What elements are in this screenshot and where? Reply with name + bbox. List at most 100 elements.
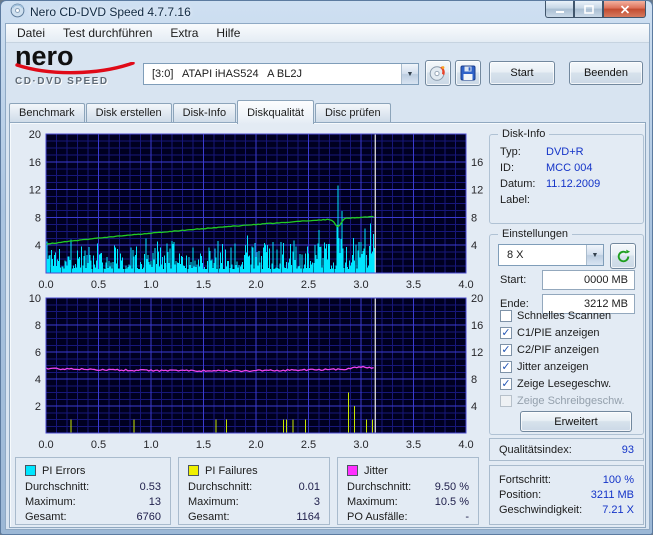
- svg-text:12: 12: [29, 185, 41, 197]
- stat-label: Durchschnitt:: [188, 480, 253, 493]
- svg-text:16: 16: [471, 320, 483, 332]
- legend-swatch-jitter: [347, 465, 358, 476]
- tab-disk-erstellen[interactable]: Disk erstellen: [85, 103, 172, 122]
- quality-index-value: 93: [621, 443, 634, 456]
- progress-row-geschwindigkeit: Geschwindigkeit: 7.21 X: [499, 503, 634, 518]
- svg-text:2.0: 2.0: [248, 279, 263, 291]
- title-bar[interactable]: Nero CD-DVD Speed 4.7.7.16: [1, 1, 652, 23]
- burn-disc-button[interactable]: [425, 60, 451, 86]
- refresh-icon: [617, 249, 630, 262]
- svg-text:12: 12: [471, 347, 483, 359]
- disk-info-value: MCC 004: [546, 162, 593, 174]
- svg-text:2.5: 2.5: [301, 439, 316, 451]
- legend-swatch-pi-failures: [188, 465, 199, 476]
- stat-value: 13: [148, 495, 161, 508]
- checkbox-list: Schnelles Scannen ✓ C1/PIE anzeigen ✓ C2/PIF…: [490, 307, 643, 409]
- stat-value: -: [465, 510, 469, 523]
- checkbox-schnelles-scannen[interactable]: Schnelles Scannen: [490, 307, 643, 324]
- progress-row-position: Position: 3211 MB: [499, 488, 634, 503]
- svg-text:8: 8: [471, 212, 477, 224]
- menu-item-datei[interactable]: Datei: [8, 24, 54, 42]
- quality-index-panel: Qualitätsindex: 93: [489, 438, 644, 461]
- stat-label: Durchschnitt:: [25, 480, 90, 493]
- disk-info-row-typ: Typ: DVD+R: [490, 144, 643, 160]
- advanced-button[interactable]: Erweitert: [520, 411, 632, 432]
- maximize-icon: [583, 4, 594, 14]
- stat-row-durchschnitt: Durchschnitt: 0.53: [25, 479, 161, 494]
- menu-item-test-durchführen[interactable]: Test durchführen: [54, 24, 161, 42]
- svg-text:20: 20: [471, 293, 483, 305]
- pi-errors-chart: 20 16 12 8 4 16 12 8 4 0.0 0.5 1.0 1.5 2.0 2.5 3.0 3.5 4.…: [29, 129, 484, 291]
- close-button[interactable]: [603, 1, 646, 18]
- svg-text:3.0: 3.0: [353, 279, 368, 291]
- speed-selector-value: 8 X: [507, 249, 524, 261]
- checkbox-label: Zeige Lesegeschw.: [517, 377, 612, 390]
- speed-selector[interactable]: 8 X ▼: [498, 244, 604, 266]
- checkbox-label: C2/PIF anzeigen: [517, 343, 599, 356]
- checkbox-zeige-lesegeschw[interactable]: ✓ Zeige Lesegeschw.: [490, 375, 643, 392]
- window-title: Nero CD-DVD Speed 4.7.7.16: [30, 5, 191, 19]
- start-button[interactable]: Start: [489, 61, 555, 85]
- settings-title: Einstellungen: [498, 228, 573, 240]
- nero-logo: nero CD·DVD SPEED: [15, 43, 137, 87]
- progress-row-fortschritt: Fortschritt: 100 %: [499, 473, 634, 488]
- disk-info-rows: Typ: DVD+R ID: MCC 004 Datum: 11.12.2009 Label…: [490, 135, 643, 208]
- disk-info-value: 11.12.2009: [546, 178, 601, 190]
- tab-disk-info[interactable]: Disk-Info: [172, 103, 237, 122]
- stat-value: 1164: [296, 510, 320, 523]
- svg-text:4: 4: [35, 240, 41, 252]
- menu-item-hilfe[interactable]: Hilfe: [207, 24, 249, 42]
- checkbox-jitter-anzeigen[interactable]: ✓ Jitter anzeigen: [490, 358, 643, 375]
- svg-text:0.0: 0.0: [38, 439, 53, 451]
- stat-title: PI Errors: [42, 464, 86, 477]
- svg-text:2: 2: [35, 401, 41, 413]
- svg-text:0.5: 0.5: [91, 279, 106, 291]
- disk-info-group: Disk-Info Typ: DVD+R ID: MCC 004 Datum: 11.12…: [489, 128, 644, 224]
- checkbox-c1-pie-anzeigen[interactable]: ✓ C1/PIE anzeigen: [490, 324, 643, 341]
- stat-row-po-ausfälle: PO Ausfälle: -: [347, 509, 469, 524]
- drive-selector[interactable]: [3:0] ATAPI iHAS524 A BL2J ▼: [143, 63, 419, 85]
- svg-text:10: 10: [29, 293, 41, 305]
- stat-box-pi-errors: PI Errors Durchschnitt: 0.53 Maximum: 13 Gesa…: [15, 457, 171, 525]
- disc-burn-icon: [429, 66, 445, 81]
- disk-info-row-id: ID: MCC 004: [490, 160, 643, 176]
- checkbox-c2-pif-anzeigen[interactable]: ✓ C2/PIF anzeigen: [490, 341, 643, 358]
- checkbox-box: ✓: [500, 326, 512, 339]
- svg-text:16: 16: [29, 157, 41, 169]
- progress-value: 7.21 X: [602, 504, 634, 516]
- nero-logo-product: CD·DVD SPEED: [15, 76, 109, 87]
- checkbox-label: Schnelles Scannen: [517, 309, 612, 322]
- tab-disc-prüfen[interactable]: Disc prüfen: [314, 103, 391, 122]
- quit-button[interactable]: Beenden: [569, 61, 643, 85]
- checkbox-box: [500, 309, 512, 322]
- refresh-button[interactable]: [610, 243, 636, 269]
- menu-bar: Datei Test durchführen Extra Hilfe: [6, 24, 649, 43]
- legend-swatch-pi-errors: [25, 465, 36, 476]
- stat-value: 0.01: [298, 480, 320, 493]
- svg-text:8: 8: [35, 212, 41, 224]
- stat-row-durchschnitt: Durchschnitt: 9.50 %: [347, 479, 469, 494]
- tab-diskqualität[interactable]: Diskqualität: [237, 100, 314, 124]
- svg-text:0.5: 0.5: [91, 439, 106, 451]
- quality-index-label: Qualitätsindex:: [499, 443, 572, 456]
- stat-header: Jitter: [347, 462, 469, 479]
- disk-info-label: Datum:: [500, 178, 536, 190]
- stat-row-maximum: Maximum: 10.5 %: [347, 494, 469, 509]
- stat-header: PI Failures: [188, 462, 320, 479]
- checkbox-box: ✓: [500, 377, 512, 390]
- disk-info-label: Typ:: [500, 146, 521, 158]
- field-input-start[interactable]: 0000 MB: [541, 270, 635, 290]
- stat-label: Maximum:: [188, 495, 239, 508]
- maximize-button[interactable]: [574, 1, 603, 18]
- field-start: Start: 0000 MB: [490, 268, 643, 292]
- stat-value: 9.50 %: [434, 480, 469, 493]
- svg-text:3.0: 3.0: [353, 439, 368, 451]
- minimize-button[interactable]: [545, 1, 574, 18]
- disk-info-title: Disk-Info: [498, 128, 550, 140]
- menu-item-extra[interactable]: Extra: [161, 24, 207, 42]
- stat-row-maximum: Maximum: 13: [25, 494, 161, 509]
- tab-benchmark[interactable]: Benchmark: [9, 103, 85, 122]
- svg-text:4.0: 4.0: [458, 439, 473, 451]
- disk-info-label: Label:: [500, 194, 530, 206]
- save-button[interactable]: [455, 60, 481, 86]
